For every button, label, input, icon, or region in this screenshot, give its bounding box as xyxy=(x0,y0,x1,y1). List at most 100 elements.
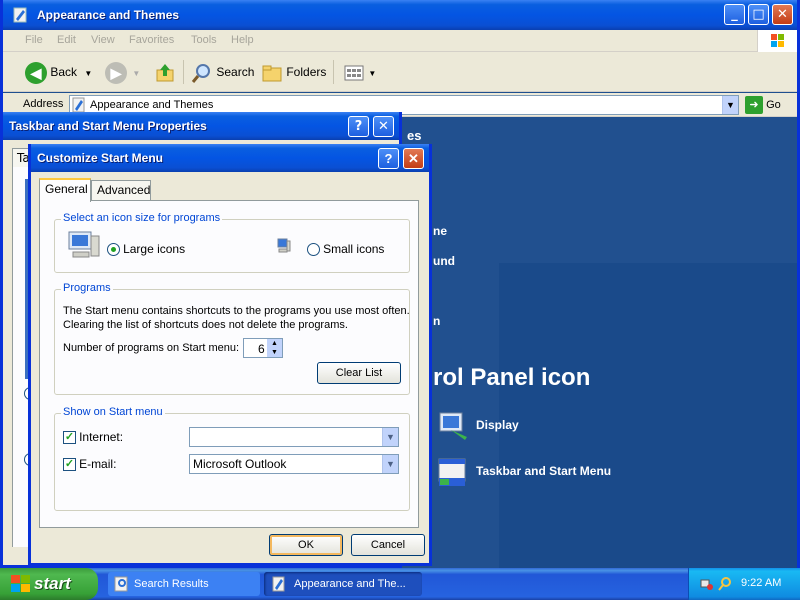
forward-dropdown-icon[interactable]: ▼ xyxy=(132,69,140,78)
programs-count-spinner[interactable]: 6 ▲ ▼ xyxy=(243,338,283,358)
explorer-title: Appearance and Themes xyxy=(37,8,180,22)
folders-icon xyxy=(262,65,282,82)
email-client-select[interactable]: Microsoft Outlook ▼ xyxy=(189,454,399,474)
cancel-button[interactable]: Cancel xyxy=(351,534,425,556)
internet-checkbox[interactable]: ✓ xyxy=(63,430,76,444)
menu-help[interactable]: Help xyxy=(231,34,254,46)
clear-list-button[interactable]: Clear List xyxy=(317,362,401,384)
maximize-button[interactable]: □ xyxy=(748,4,769,25)
menu-favorites[interactable]: Favorites xyxy=(129,34,174,46)
help-button[interactable]: ? xyxy=(348,116,369,137)
icon-size-group: Select an icon size for programs Large i… xyxy=(54,212,410,273)
taskbar-properties-title: Taskbar and Start Menu Properties xyxy=(9,119,207,133)
go-label: Go xyxy=(766,99,781,111)
chevron-down-icon: ▼ xyxy=(386,432,395,442)
large-icons-label[interactable]: Large icons xyxy=(123,242,185,256)
general-tab-body: Select an icon size for programs Large i… xyxy=(39,200,419,528)
up-folder-button[interactable] xyxy=(155,60,177,84)
ok-button[interactable]: OK xyxy=(269,534,343,556)
customize-title: Customize Start Menu xyxy=(37,151,164,165)
internet-label[interactable]: Internet: xyxy=(79,430,123,444)
tab-advanced[interactable]: Advanced xyxy=(91,180,151,200)
small-icons-option[interactable]: Small icons xyxy=(307,242,384,256)
network-tray-icon[interactable] xyxy=(699,576,715,592)
start-button[interactable]: start xyxy=(0,568,98,600)
small-icons-label[interactable]: Small icons xyxy=(323,242,384,256)
taskbar-icon xyxy=(438,458,466,486)
icon-size-group-label: Select an icon size for programs xyxy=(61,212,223,224)
email-option[interactable]: ✓ E-mail: xyxy=(63,457,116,471)
chevron-down-icon: ▼ xyxy=(726,100,735,110)
small-icons-radio[interactable] xyxy=(307,242,320,256)
close-button[interactable]: ✕ xyxy=(403,148,424,169)
large-icons-radio[interactable] xyxy=(107,242,120,256)
search-tray-icon[interactable] xyxy=(717,576,733,592)
views-icon xyxy=(344,65,364,81)
menu-bar: File Edit View Favorites Tools Help xyxy=(3,30,797,52)
spinner-up-icon[interactable]: ▲ xyxy=(267,339,282,348)
content-panel-background xyxy=(499,263,797,568)
minimize-button[interactable]: _ xyxy=(724,4,745,25)
internet-dropdown-button[interactable]: ▼ xyxy=(382,428,398,446)
partial-text-3[interactable]: n xyxy=(433,314,440,328)
tab-general[interactable]: General xyxy=(39,178,91,202)
email-checkbox[interactable]: ✓ xyxy=(63,457,76,471)
windows-flag-icon xyxy=(11,575,30,592)
go-button[interactable]: ➜ Go xyxy=(745,96,781,115)
menu-edit[interactable]: Edit xyxy=(57,34,76,46)
email-dropdown-button[interactable]: ▼ xyxy=(382,455,398,473)
menu-file[interactable]: File xyxy=(25,34,43,46)
back-dropdown-icon[interactable]: ▼ xyxy=(84,69,92,78)
search-results-icon xyxy=(114,576,128,592)
search-button[interactable]: Search xyxy=(191,60,254,84)
close-button[interactable]: ✕ xyxy=(772,4,793,25)
partial-text-1[interactable]: ne xyxy=(433,224,447,238)
task-search-results-label: Search Results xyxy=(134,578,209,590)
taskbar-properties-title-bar[interactable]: Taskbar and Start Menu Properties ? ✕ xyxy=(3,112,399,140)
back-arrow-icon: ◀ xyxy=(25,61,47,84)
address-dropdown-button[interactable]: ▼ xyxy=(722,96,738,114)
large-icons-option[interactable]: Large icons xyxy=(107,242,185,256)
task-search-results[interactable]: Search Results xyxy=(108,572,260,596)
small-computer-icon xyxy=(277,238,291,253)
internet-browser-select[interactable]: ▼ xyxy=(189,427,399,447)
menu-tools[interactable]: Tools xyxy=(191,34,217,46)
cp-item-taskbar-label: Taskbar and Start Menu xyxy=(476,464,612,478)
internet-option[interactable]: ✓ Internet: xyxy=(63,430,123,444)
appearance-themes-icon xyxy=(272,576,285,592)
toolbar-separator xyxy=(183,60,184,84)
forward-button[interactable]: ▶ ▼ xyxy=(105,60,140,84)
help-button[interactable]: ? xyxy=(378,148,399,169)
task-appearance-and-themes[interactable]: Appearance and The... xyxy=(264,572,422,596)
folder-window-icon xyxy=(13,7,27,23)
folders-button[interactable]: Folders xyxy=(261,60,326,84)
appearance-themes-icon xyxy=(72,97,85,113)
close-button[interactable]: ✕ xyxy=(373,116,394,137)
views-dropdown-icon[interactable]: ▼ xyxy=(368,69,376,78)
programs-count-value[interactable]: 6 xyxy=(258,342,265,356)
close-icon: ✕ xyxy=(378,119,389,134)
toolbar-separator xyxy=(333,60,334,84)
cp-item-display-label: Display xyxy=(476,418,519,432)
clock[interactable]: 9:22 AM xyxy=(741,577,781,589)
views-button[interactable]: ▼ xyxy=(343,60,376,84)
chevron-down-icon: ▼ xyxy=(386,459,395,469)
toolbar: ◀ Back ▼ ▶ ▼ Search Folders ▼ xyxy=(3,52,797,92)
programs-description-line1: The Start menu contains shortcuts to the… xyxy=(63,305,410,317)
up-folder-icon xyxy=(156,63,174,82)
email-label[interactable]: E-mail: xyxy=(79,457,116,471)
menu-view[interactable]: View xyxy=(91,34,115,46)
address-label: Address xyxy=(23,98,64,110)
back-button[interactable]: ◀ Back ▼ xyxy=(25,60,92,84)
partial-text-2[interactable]: und xyxy=(433,254,455,268)
show-on-start-menu-group: Show on Start menu ✓ Internet: ▼ ✓ E-mai… xyxy=(54,406,410,511)
customize-title-bar[interactable]: Customize Start Menu ? ✕ xyxy=(31,144,429,172)
minimize-icon: _ xyxy=(731,7,738,22)
tab-general-label: General xyxy=(45,182,88,196)
go-arrow-icon: ➜ xyxy=(745,96,763,115)
system-tray: 9:22 AM xyxy=(688,568,800,600)
explorer-title-bar[interactable]: Appearance and Themes _ □ ✕ xyxy=(3,0,797,30)
customize-start-menu-dialog: Customize Start Menu ? ✕ General Advance… xyxy=(28,144,432,566)
taskbar: start Search Results Appearance and The.… xyxy=(0,568,800,600)
spinner-down-icon[interactable]: ▼ xyxy=(267,348,282,357)
